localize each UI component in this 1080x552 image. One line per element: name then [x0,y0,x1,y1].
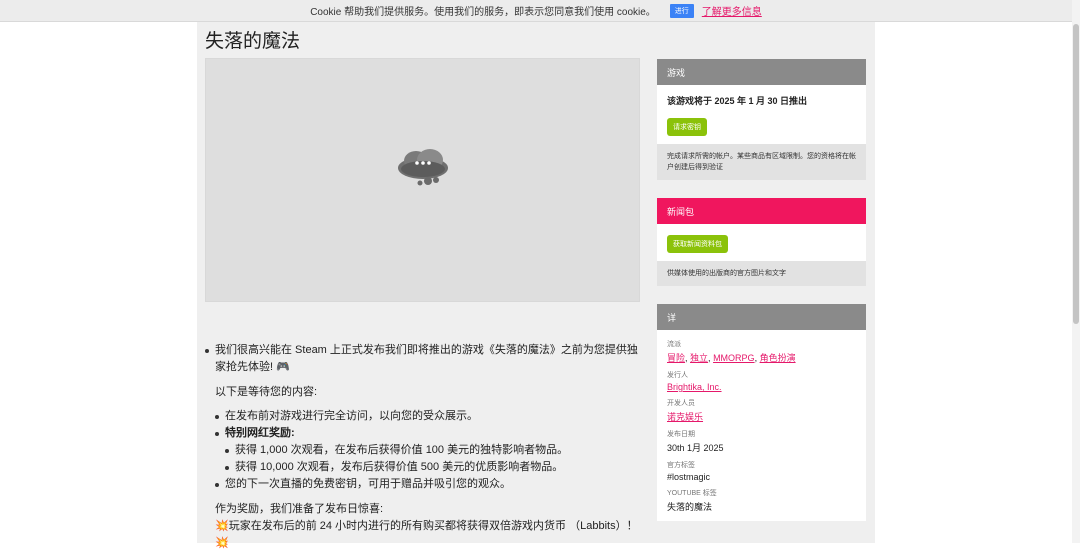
cookie-learn-more-link[interactable]: 了解更多信息 [702,3,762,18]
genre-label: 流派 [667,341,681,348]
genre-link[interactable]: 角色扮演 [760,353,796,363]
developer-label: 开发人员 [667,400,695,407]
intro-text: 我们很高兴能在 Steam 上正式发布我们即将推出的游戏《失落的魔法》之前为您提… [205,342,645,376]
cookie-text: Cookie 帮助我们提供服务。使用我们的服务，即表示您同意我们使用 cooki… [310,7,656,18]
scrollbar[interactable] [1072,0,1080,543]
developer-link[interactable]: 诺克娱乐 [667,412,703,422]
details-box: 详 流派 冒险, 独立, MMORPG, 角色扮演 发行人 Brightika,… [657,304,866,521]
release-date: 30th 1月 2025 [667,443,724,453]
press-kit-button[interactable]: 获取新闻资料包 [667,235,728,253]
sidebar: 游戏 该游戏将于 2025 年 1 月 30 日推出 请求密钥 完成请求所需的帐… [657,59,866,539]
game-box-header: 游戏 [657,59,866,85]
game-box: 游戏 该游戏将于 2025 年 1 月 30 日推出 请求密钥 完成请求所需的帐… [657,59,866,180]
reward-text: 作为奖励，我们准备了发布日惊喜: [215,503,384,515]
description: 我们很高兴能在 Steam 上正式发布我们即将推出的游戏《失落的魔法》之前为您提… [205,342,645,552]
press-box-header: 新闻包 [657,198,866,224]
genre-link[interactable]: 独立 [690,353,708,363]
release-announcement: 该游戏将于 2025 年 1 月 30 日推出 [667,96,808,106]
list-item: 特别网红奖励: [215,425,645,442]
details-box-header: 详 [657,304,866,330]
cookie-ok-button[interactable]: 进行 [669,3,694,18]
release-date-label: 发布日期 [667,431,695,438]
youtube-label: YOUTUBE 标签 [667,490,717,497]
publisher-link[interactable]: Brightika, Inc. [667,382,722,392]
main-page: 失落的魔法 我们很高兴能在 Steam 上正式发布我们即将推出的游戏《失落的魔法… [197,22,875,549]
waiting-text: 以下是等待您的内容: [215,386,318,398]
list-item: 获得 10,000 次观看，发布后获得价值 500 美元的优质影响者物品。 [225,459,645,476]
scrollbar-thumb[interactable] [1073,24,1079,324]
press-box: 新闻包 获取新闻资料包 供媒体使用的出版商的官方图片和文字 [657,198,866,286]
publisher-label: 发行人 [667,372,688,379]
cookie-banner: Cookie 帮助我们提供服务。使用我们的服务，即表示您同意我们使用 cooki… [0,0,1072,22]
genre-link[interactable]: 冒险 [667,353,685,363]
tags-value: #lostmagic [667,472,711,482]
list-item: 获得 1,000 次观看，在发布后获得价值 100 美元的独特影响者物品。 [225,442,645,459]
list-item: 您的下一次直播的免费密钥，可用于赠品并吸引您的观众。 [215,476,645,493]
bonus-text: 💥玩家在发布后的前 24 小时内进行的所有购买都将获得双倍游戏内货币 （Labb… [215,520,638,549]
game-box-note: 完成请求所需的帐户。某些商品有区域限制。您的资格将在帐户创建后得到验证 [657,144,866,180]
genre-link[interactable]: MMORPG [713,353,755,363]
tags-label: 官方标签 [667,462,695,469]
genre-list: 冒险, 独立, MMORPG, 角色扮演 [667,353,796,363]
media-placeholder [205,58,640,302]
press-box-note: 供媒体使用的出版商的官方图片和文字 [657,261,866,286]
list-item: 在发布前对游戏进行完全访问，以向您的受众展示。 [215,408,645,425]
page-title: 失落的魔法 [205,31,301,52]
cloud-icon [398,149,448,186]
request-key-button[interactable]: 请求密钥 [667,118,707,136]
youtube-tag: 失落的魔法 [667,502,713,512]
